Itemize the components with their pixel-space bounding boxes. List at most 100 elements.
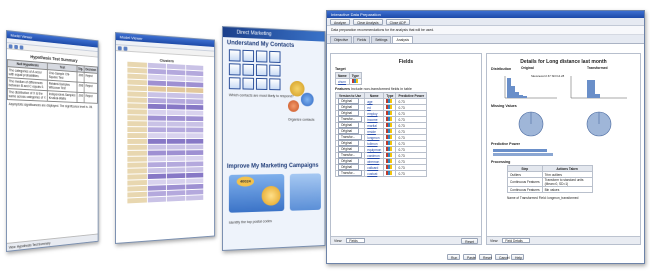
- paste-button[interactable]: Paste: [463, 254, 476, 260]
- option-tile[interactable]: [256, 50, 267, 62]
- cluster-cell: [167, 116, 186, 121]
- organize-caption: Organize contacts: [288, 118, 315, 122]
- cancel-button[interactable]: Cancel: [495, 254, 508, 260]
- option-tile[interactable]: [242, 78, 254, 90]
- hypothesis-table: Null Hypothesis Test Sig. Decision The c…: [7, 59, 98, 104]
- option-tile[interactable]: [269, 51, 280, 63]
- reset-button[interactable]: Reset: [479, 254, 492, 260]
- cluster-cell: [147, 86, 166, 92]
- continuous-type-icon: [386, 99, 392, 103]
- table-row: Continuous Features Transform to standard…: [508, 178, 593, 187]
- option-tile[interactable]: [256, 64, 267, 76]
- cluster-cell: [127, 133, 147, 138]
- tab-analysis[interactable]: Analysis: [392, 36, 413, 43]
- toolbar-icon[interactable]: [9, 44, 13, 48]
- view-select[interactable]: Field Details: [502, 238, 530, 243]
- field-name-link[interactable]: longmon: [367, 136, 379, 140]
- field-name-link[interactable]: employ: [367, 112, 377, 116]
- reset-button[interactable]: Reset: [461, 238, 478, 244]
- option-tile[interactable]: [242, 50, 254, 62]
- option-tile[interactable]: [229, 63, 241, 75]
- cluster-cell: [186, 71, 204, 77]
- field-name-link[interactable]: cardmon: [367, 154, 379, 158]
- original-label: Original: [521, 66, 534, 70]
- include-fields-checkbox[interactable]: Include non-transformed fields in table: [351, 87, 412, 91]
- cluster-cell: [127, 62, 147, 68]
- cluster-cell: [186, 189, 204, 194]
- target-label: Target: [331, 65, 481, 72]
- cluster-grid[interactable]: [127, 62, 204, 205]
- field-name-link[interactable]: ed: [367, 106, 371, 110]
- distribution-label: Distribution: [487, 65, 640, 72]
- people-icon: [288, 100, 299, 112]
- cluster-cell: [147, 168, 166, 173]
- option-tile[interactable]: [269, 65, 280, 77]
- field-name-link[interactable]: reside: [367, 130, 376, 134]
- toolbar-icon[interactable]: [20, 45, 24, 49]
- cluster-cell: [147, 156, 166, 161]
- target-field-link[interactable]: churn: [338, 80, 346, 84]
- view-select[interactable]: Fields: [346, 238, 365, 243]
- cluster-cell: [167, 127, 186, 132]
- run-button[interactable]: Run: [447, 254, 460, 260]
- continuous-type-icon: [386, 153, 392, 157]
- continuous-type-icon: [386, 123, 392, 127]
- option-tile[interactable]: [256, 78, 267, 90]
- transformed-label: Transformed: [587, 66, 608, 70]
- cluster-cell: [127, 121, 147, 126]
- field-name-link[interactable]: income: [367, 118, 377, 122]
- distribution-stats: Skewness=2.67 SD=14.28: [531, 74, 564, 78]
- option-tile[interactable]: [229, 49, 241, 61]
- missing-values-pies: [487, 109, 637, 139]
- cluster-cell: [186, 161, 204, 166]
- field-name-link[interactable]: tollmon: [367, 142, 377, 146]
- cluster-window: Model Viewer Clusters: [115, 32, 215, 244]
- dialog-buttons: Run Paste Reset Cancel Help: [327, 254, 644, 260]
- version-select[interactable]: Transfor...: [338, 170, 362, 176]
- transformed-field-name: Name of Transformed Field: longmon_trans…: [487, 193, 640, 203]
- cluster-cell: [167, 185, 186, 190]
- toolbar-icon[interactable]: [118, 46, 122, 50]
- cluster-cell: [167, 81, 186, 87]
- toolbar-icon[interactable]: [14, 45, 18, 49]
- option-tile[interactable]: [229, 77, 241, 89]
- cluster-cell: [127, 139, 147, 144]
- tab-objective[interactable]: Objective: [330, 36, 352, 43]
- help-button[interactable]: Help: [511, 254, 524, 260]
- cluster-cell: [127, 127, 147, 132]
- cluster-cell: [147, 80, 166, 86]
- field-name-link[interactable]: marital: [367, 124, 377, 128]
- campaign-icon[interactable]: [290, 173, 321, 210]
- tab-settings[interactable]: Settings: [371, 36, 391, 43]
- cluster-cell: [147, 121, 166, 126]
- field-name-link[interactable]: custcat: [367, 172, 377, 176]
- cluster-cell: [186, 99, 204, 104]
- cluster-cell: [147, 197, 166, 203]
- option-tile[interactable]: [242, 64, 254, 76]
- field-name-link[interactable]: age: [367, 100, 372, 104]
- table-row[interactable]: Transfor... custcat 0.73: [336, 171, 427, 177]
- cluster-cell: [167, 190, 186, 196]
- close-adp-button[interactable]: Close ADP: [386, 19, 410, 25]
- option-tile[interactable]: [269, 78, 280, 90]
- contact-options-grid: [223, 47, 325, 93]
- clear-analysis-button[interactable]: Clear Analysis: [353, 19, 382, 25]
- field-name-link[interactable]: equipmon: [367, 148, 381, 152]
- tab-fields[interactable]: Fields: [353, 36, 370, 43]
- cluster-cell: [147, 110, 166, 115]
- view-selector[interactable]: View: Hypothesis Test Summary: [7, 234, 98, 251]
- cluster-cell: [127, 91, 147, 97]
- cluster-cell: [167, 70, 186, 76]
- cluster-cell: [127, 157, 147, 162]
- cluster-cell: [167, 145, 186, 150]
- toolbar-icon[interactable]: [124, 47, 128, 51]
- field-name-link[interactable]: callcard: [367, 166, 378, 170]
- analyze-button[interactable]: Analyze: [330, 19, 350, 25]
- cluster-cell: [186, 93, 204, 98]
- cluster-cell: [127, 192, 147, 198]
- cluster-cell: [147, 92, 166, 97]
- field-name-link[interactable]: wiremon: [367, 160, 379, 164]
- table-row[interactable]: churn: [336, 79, 362, 85]
- cell: .000: [77, 92, 84, 103]
- cluster-cell: [186, 122, 204, 127]
